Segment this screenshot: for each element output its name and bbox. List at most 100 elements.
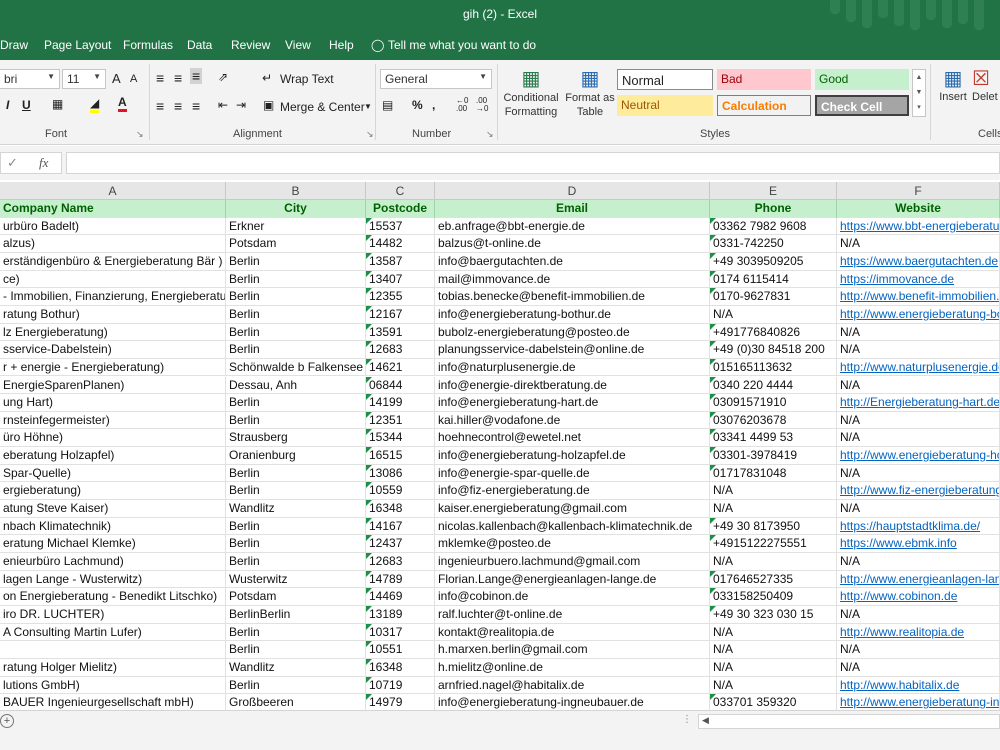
cell-website[interactable]: N/A xyxy=(837,641,1000,659)
merge-center-button[interactable]: Merge & Center xyxy=(280,100,365,114)
column-header-c[interactable]: C xyxy=(366,182,435,200)
cell-postcode[interactable]: 12683 xyxy=(366,341,435,359)
worksheet-grid[interactable]: A B C D E F Company Name City Postcode E… xyxy=(0,182,1000,710)
cell-postcode[interactable]: 10317 xyxy=(366,623,435,642)
cell-postcode[interactable]: 06844 xyxy=(366,376,435,395)
align-middle-icon[interactable]: ≡ xyxy=(174,70,182,86)
cell-website[interactable]: N/A xyxy=(837,500,1000,518)
cell-website[interactable]: N/A xyxy=(837,429,1000,448)
cell-city[interactable]: Berlin xyxy=(226,517,366,536)
cell-website[interactable]: http://www.fiz-energieberatung.de xyxy=(837,482,1000,501)
cell-phone[interactable]: N/A xyxy=(710,500,837,518)
cell-company[interactable]: atung Steve Kaiser) xyxy=(0,500,226,518)
cell-postcode[interactable]: 14482 xyxy=(366,235,435,253)
cell-company[interactable]: ung Hart) xyxy=(0,394,226,412)
cell-company[interactable]: BAUER Ingenieurgesellschaft mbH) xyxy=(0,694,226,710)
cell-website[interactable]: http://www.benefit-immobilien.de xyxy=(837,288,1000,306)
italic-button[interactable]: I xyxy=(6,98,9,112)
style-bad[interactable]: Bad xyxy=(717,69,811,90)
cell-email[interactable]: info@energie-direktberatung.de xyxy=(435,376,710,395)
borders-icon[interactable]: ▦ xyxy=(52,97,63,111)
enter-check-icon[interactable]: ✓ xyxy=(7,155,18,171)
style-neutral[interactable]: Neutral xyxy=(617,95,713,116)
cell-company[interactable]: lagen Lange - Wusterwitz) xyxy=(0,570,226,589)
cell-website[interactable]: https://immovance.de xyxy=(837,270,1000,289)
font-name-select[interactable]: bri ▼ xyxy=(0,69,60,89)
add-sheet-icon[interactable]: + xyxy=(0,714,14,728)
cell-phone[interactable]: 015165113632 xyxy=(710,358,837,377)
cell-postcode[interactable]: 12167 xyxy=(366,305,435,324)
wrap-text-button[interactable]: Wrap Text xyxy=(280,72,334,86)
cell-postcode[interactable]: 13086 xyxy=(366,464,435,483)
cell-email[interactable]: info@naturplusenergie.de xyxy=(435,358,710,377)
cell-city[interactable]: Berlin xyxy=(226,305,366,324)
cell-city[interactable]: Berlin xyxy=(226,676,366,695)
cell-phone[interactable]: +49 30 323 030 15 xyxy=(710,605,837,624)
cell-postcode[interactable]: 12351 xyxy=(366,411,435,430)
align-right-icon[interactable]: ≡ xyxy=(192,98,200,114)
cell-website[interactable]: http://www.energieanlagen-lange.de xyxy=(837,570,1000,589)
cell-phone[interactable]: N/A xyxy=(710,482,837,501)
cell-company[interactable]: A Consulting Martin Lufer) xyxy=(0,623,226,642)
cell-website[interactable]: N/A xyxy=(837,553,1000,571)
cell-email[interactable]: tobias.benecke@benefit-immobilien.de xyxy=(435,288,710,306)
cell-company[interactable]: Spar-Quelle) xyxy=(0,464,226,483)
cell-postcode[interactable]: 12683 xyxy=(366,553,435,571)
cell-city[interactable]: Berlin xyxy=(226,341,366,359)
cell-company[interactable]: ergieberatung) xyxy=(0,482,226,501)
font-color-icon[interactable]: A xyxy=(118,95,127,112)
cell-postcode[interactable]: 13189 xyxy=(366,605,435,624)
cell-phone[interactable]: 0340 220 4444 xyxy=(710,376,837,395)
cell-city[interactable]: Berlin xyxy=(226,482,366,501)
cell-email[interactable]: info@energie-spar-quelle.de xyxy=(435,464,710,483)
align-left-icon[interactable]: ≡ xyxy=(156,98,164,114)
cell-city[interactable]: Berlin xyxy=(226,323,366,342)
cell-email[interactable]: h.mielitz@online.de xyxy=(435,658,710,677)
cell-postcode[interactable]: 16348 xyxy=(366,500,435,518)
fill-color-icon[interactable]: ◢ xyxy=(90,96,100,113)
cell-postcode[interactable]: 13587 xyxy=(366,252,435,271)
column-header-d[interactable]: D xyxy=(435,182,710,200)
cell-postcode[interactable]: 14167 xyxy=(366,517,435,536)
header-cell-company[interactable]: Company Name xyxy=(0,200,226,218)
cell-company[interactable]: erständigenbüro & Energieberatung Bär ) xyxy=(0,252,226,271)
cell-postcode[interactable]: 10551 xyxy=(366,641,435,659)
cell-phone[interactable]: +491776840826 xyxy=(710,323,837,342)
cell-website[interactable]: https://www.bbt-energieberatung.de xyxy=(837,217,1000,236)
align-center-icon[interactable]: ≡ xyxy=(174,98,182,114)
cell-phone[interactable]: N/A xyxy=(710,658,837,677)
dialog-launcher-icon[interactable]: ↘ xyxy=(136,129,144,140)
cell-city[interactable]: Berlin xyxy=(226,270,366,289)
cell-email[interactable]: planungsservice-dabelstein@online.de xyxy=(435,341,710,359)
cell-city[interactable]: Potsdam xyxy=(226,235,366,253)
font-size-select[interactable]: 11 ▼ xyxy=(62,69,106,89)
cell-website[interactable]: https://www.ebmk.info xyxy=(837,535,1000,553)
cell-email[interactable]: nicolas.kallenbach@kallenbach-klimatechn… xyxy=(435,517,710,536)
cell-email[interactable]: ingenieurbuero.lachmund@gmail.com xyxy=(435,553,710,571)
shrink-font-button[interactable]: A xyxy=(130,73,137,85)
cell-phone[interactable]: N/A xyxy=(710,553,837,571)
header-cell-website[interactable]: Website xyxy=(837,200,1000,218)
cell-email[interactable]: info@energieberatung-bothur.de xyxy=(435,305,710,324)
cell-website[interactable]: N/A xyxy=(837,658,1000,677)
cell-city[interactable]: Erkner xyxy=(226,217,366,236)
cell-phone[interactable]: 03362 7982 9608 xyxy=(710,217,837,236)
tell-me-search[interactable]: Tell me what you want to do xyxy=(388,38,536,52)
cell-website[interactable]: N/A xyxy=(837,323,1000,342)
style-good[interactable]: Good xyxy=(815,69,909,90)
cell-website[interactable]: http://www.energieberatung-bothur.de xyxy=(837,305,1000,324)
cell-website[interactable]: N/A xyxy=(837,235,1000,253)
cell-city[interactable]: Schönwalde b Falkensee xyxy=(226,358,366,377)
cell-phone[interactable]: 0331-742250 xyxy=(710,235,837,253)
dialog-launcher-icon[interactable]: ↘ xyxy=(486,129,494,140)
tab-view[interactable]: View xyxy=(285,38,311,52)
increase-indent-icon[interactable]: ⇥ xyxy=(236,98,246,112)
cell-city[interactable]: Wandlitz xyxy=(226,658,366,677)
cell-phone[interactable]: 03076203678 xyxy=(710,411,837,430)
cell-company[interactable]: sservice-Dabelstein) xyxy=(0,341,226,359)
cell-email[interactable]: bubolz-energieberatung@posteo.de xyxy=(435,323,710,342)
column-header-f[interactable]: F xyxy=(837,182,1000,200)
horizontal-scrollbar[interactable]: ◀ xyxy=(698,714,1000,729)
cell-city[interactable]: Berlin xyxy=(226,411,366,430)
cell-website[interactable]: http://www.cobinon.de xyxy=(837,588,1000,606)
